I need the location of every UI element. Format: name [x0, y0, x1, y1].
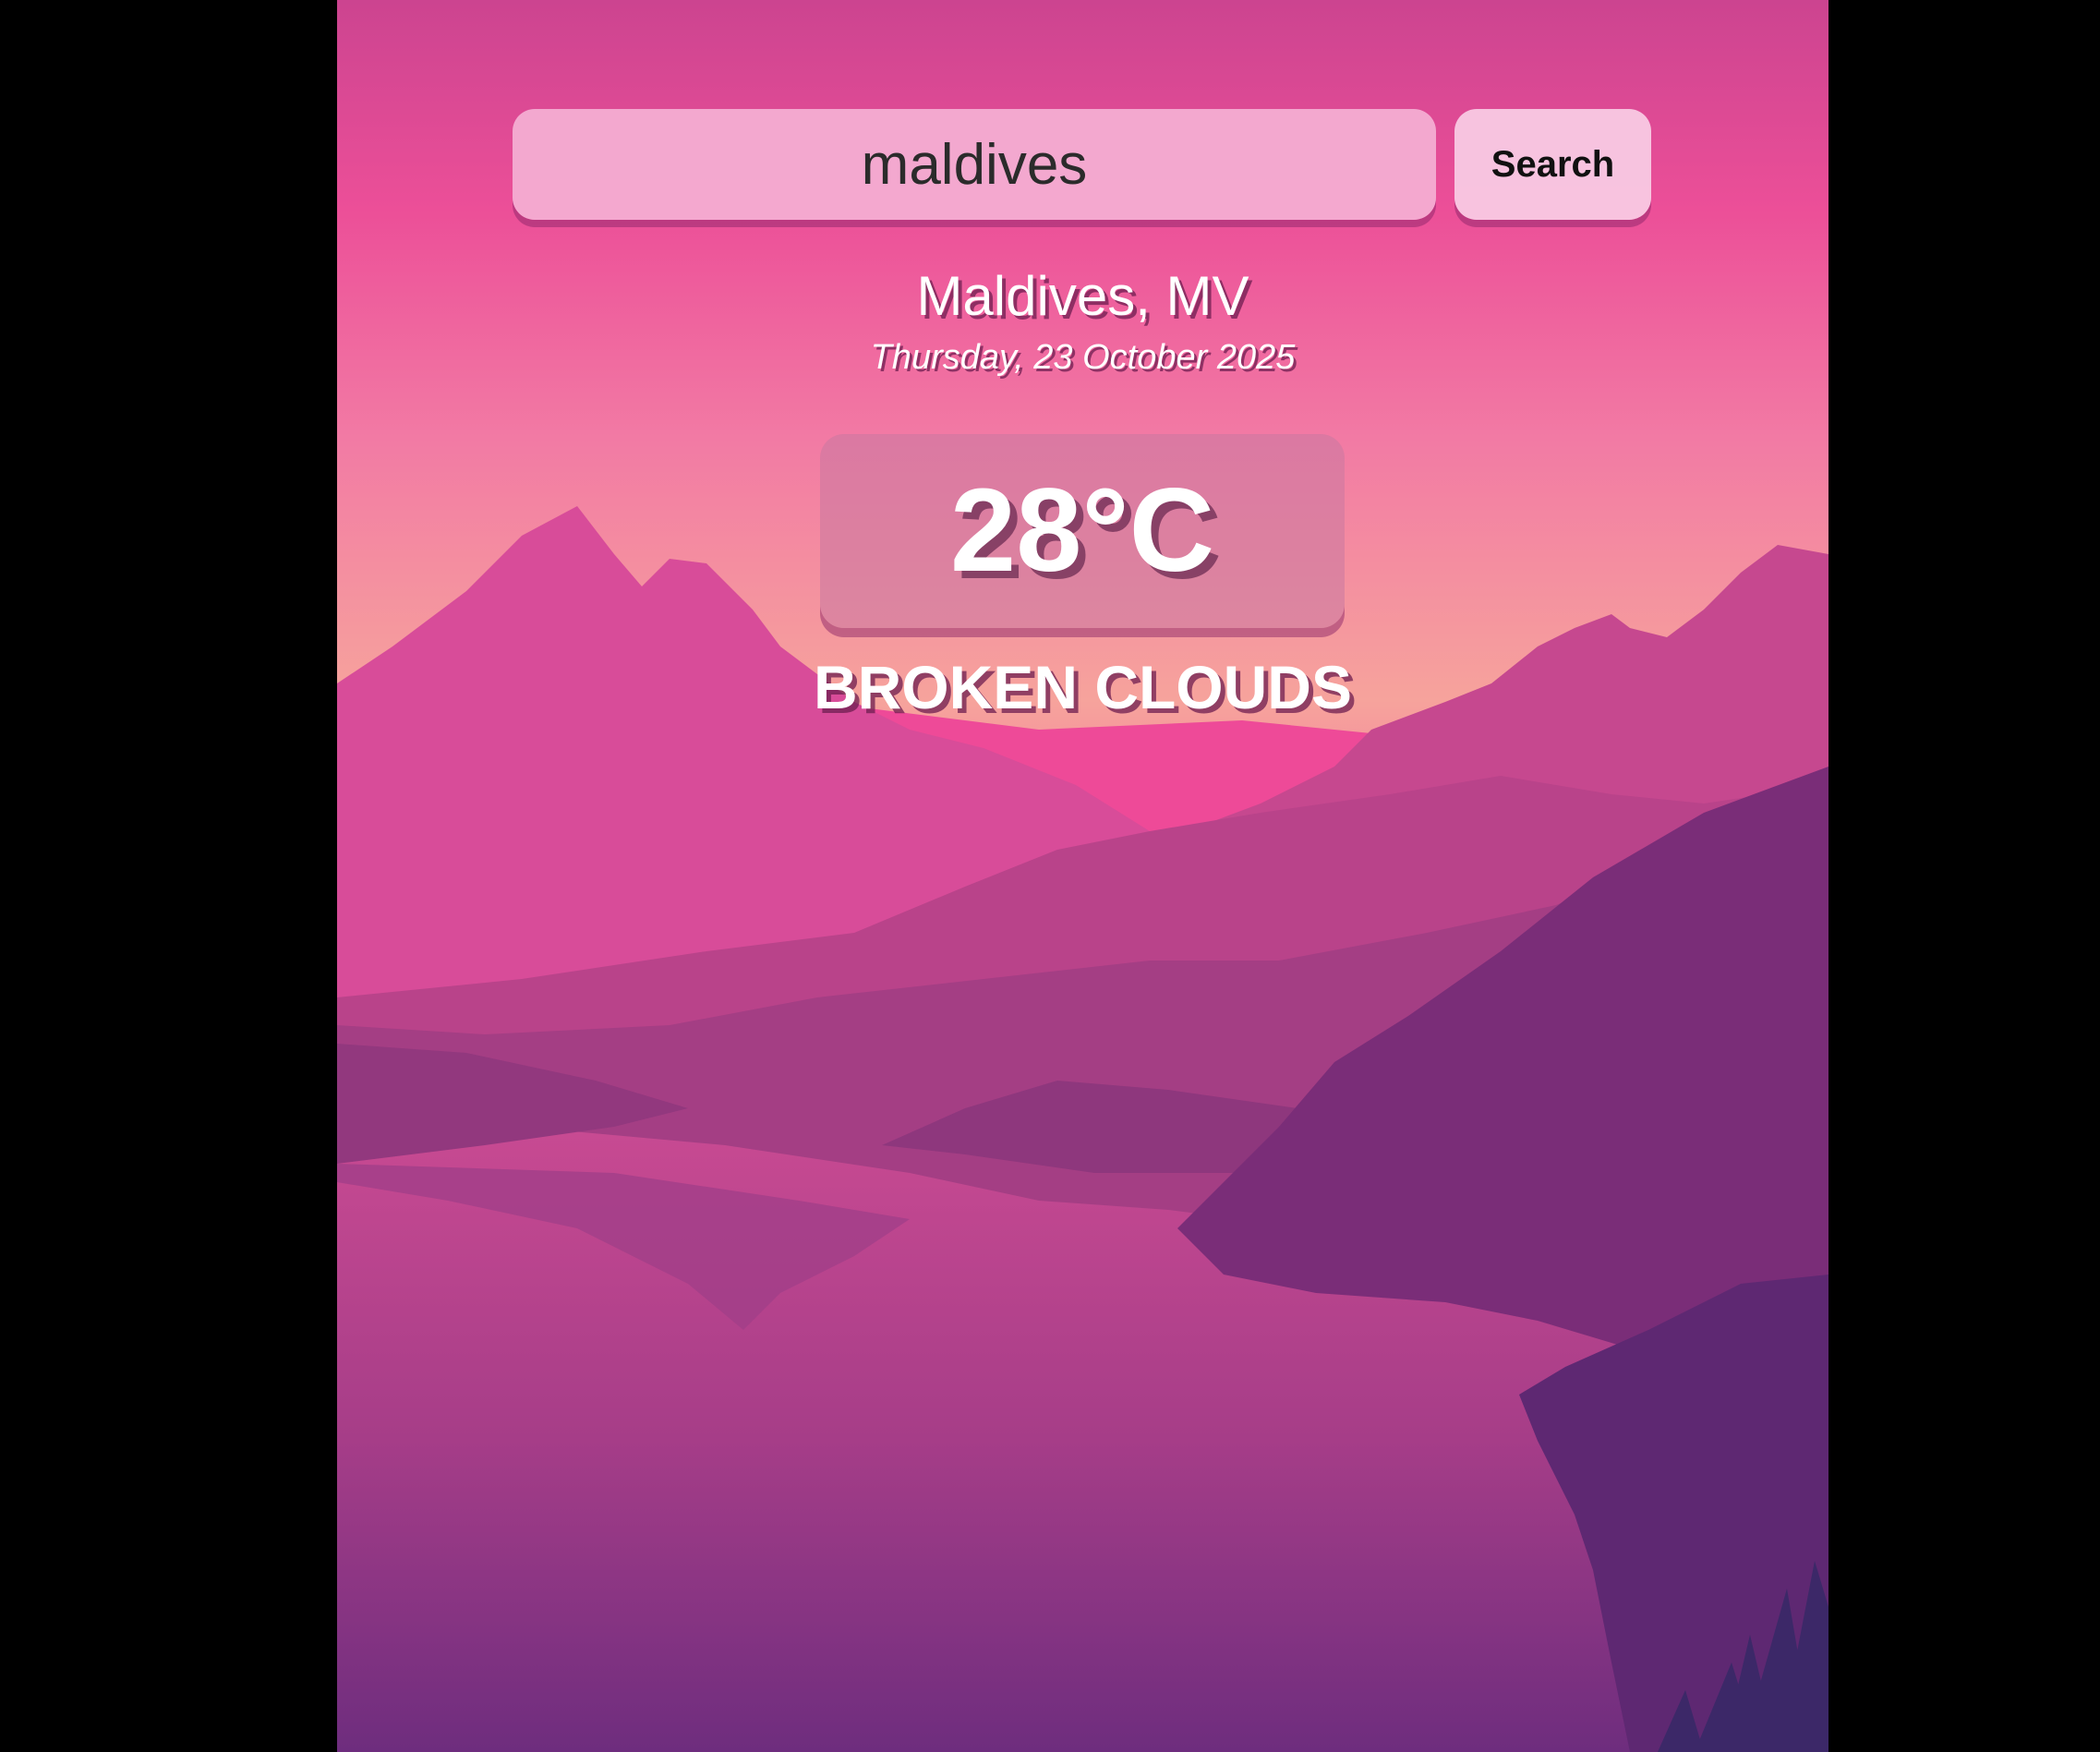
- search-button[interactable]: Search: [1454, 109, 1651, 220]
- search-input[interactable]: [513, 109, 1436, 220]
- weather-condition: BROKEN CLOUDS: [813, 653, 1352, 721]
- weather-app: Search Maldives, MV Thursday, 23 October…: [337, 0, 1828, 1752]
- location-label: Maldives, MV: [916, 265, 1249, 327]
- temperature-card: 28°C: [820, 434, 1345, 628]
- temperature-value: 28°C: [950, 465, 1214, 597]
- date-label: Thursday, 23 October 2025: [870, 338, 1296, 377]
- search-bar: Search: [513, 109, 1651, 222]
- mountain-landscape-background: [337, 0, 1828, 1752]
